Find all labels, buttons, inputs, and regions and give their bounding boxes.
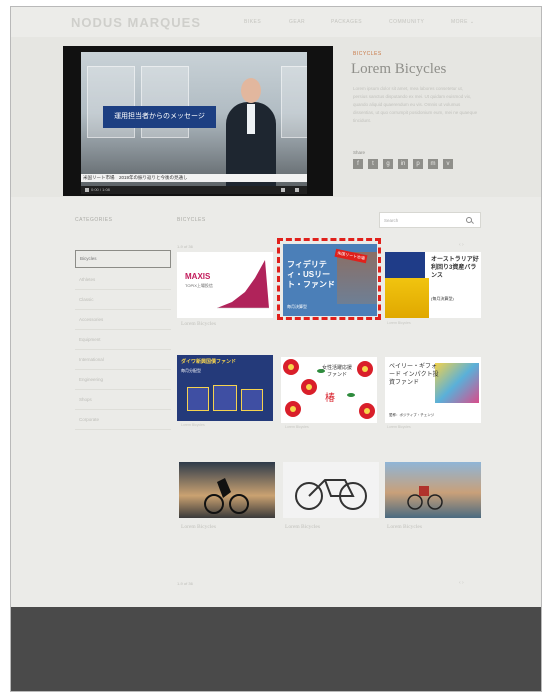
product-card-4[interactable]: ダイワ新興国債ファンド 毎月分配型 (177, 355, 273, 421)
gift-box-icon (213, 385, 237, 411)
share-label: Share (353, 150, 366, 155)
pinterest-icon[interactable]: p (413, 159, 423, 169)
nav-item-packages[interactable]: PACKAGES (331, 19, 362, 25)
fund-title-3: オーストラリア好利回り3資産バランス (431, 257, 479, 279)
video-icon[interactable]: v (443, 159, 453, 169)
video-caption: 米国リート市場 2019年の振り返りと今後の見通し (83, 175, 188, 180)
fund-title-6: ベイリー・ギフォード インパクト投資ファンド (389, 364, 439, 386)
highlight-dashed-box (277, 238, 381, 320)
pagination-top[interactable]: ‹ › (459, 242, 464, 248)
fund-title-4: ダイワ新興国債ファンド (181, 359, 237, 365)
gift-box-icon (241, 389, 263, 411)
category-item-accessories[interactable]: Accessories (75, 310, 171, 330)
product-name-4[interactable]: Lorem Bicycles (181, 423, 205, 427)
play-icon[interactable] (85, 188, 89, 192)
nav-item-more[interactable]: MORE ⌄ (451, 19, 475, 25)
category-item-shops[interactable]: Shops (75, 390, 171, 410)
product-card-7[interactable] (179, 462, 275, 518)
product-title: Lorem Bicycles (351, 61, 447, 77)
categories-heading: CATEGORIES (75, 217, 113, 223)
product-name-3[interactable]: Lorem Bicycles (387, 321, 411, 325)
pagination-bottom[interactable]: ‹ › (459, 580, 464, 586)
product-card-6[interactable]: ベイリー・ギフォード インパクト投資ファンド 愛称：ポジティブ・チェンジ (385, 357, 481, 423)
road-bike-image (295, 479, 367, 510)
product-card-1[interactable]: MAXIS TOPIX上場投信 (177, 252, 273, 318)
category-item-equipment[interactable]: Equipment (75, 330, 171, 350)
product-name-1[interactable]: Lorem Bicycles (181, 321, 216, 327)
product-card-5[interactable]: 女性活躍応援ファンド 椿 (281, 357, 377, 423)
australia-flag (385, 252, 425, 278)
nav-item-bikes[interactable]: BIKES (244, 19, 261, 25)
category-item-bicycles[interactable]: Bicycles (75, 250, 171, 268)
page-footer (11, 607, 541, 691)
pencil-art (435, 363, 479, 403)
linkedin-icon[interactable]: in (398, 159, 408, 169)
site-logo[interactable]: NODUS MARQUES (71, 15, 201, 30)
google-icon[interactable]: g (383, 159, 393, 169)
volume-icon[interactable] (281, 188, 285, 192)
section-heading: BICYCLES (177, 217, 206, 223)
product-name-9[interactable]: Lorem Bicycles (387, 524, 422, 530)
search-placeholder: Search (384, 218, 399, 223)
cyclist-image (204, 478, 249, 514)
maxis-logo: MAXIS (185, 272, 211, 281)
video-controls[interactable]: 0:00 / 1:08 (81, 186, 307, 194)
video-message-banner: 運用担当者からのメッセージ (103, 106, 216, 128)
product-name-8[interactable]: Lorem Bicycles (285, 524, 320, 530)
fund-title-5: 女性活躍応援ファンド (321, 365, 352, 378)
video-player[interactable]: 運用担当者からのメッセージ 米国リート市場 2019年の振り返りと今後の見通し … (63, 46, 333, 196)
page-frame: NODUS MARQUES BIKES GEAR PACKAGES COMMUN… (10, 6, 542, 692)
nav-item-gear[interactable]: GEAR (289, 19, 305, 25)
product-card-3[interactable]: オーストラリア好利回り3資産バランス (毎月決算型) (385, 252, 481, 318)
product-card-8[interactable] (283, 462, 379, 518)
category-item-corporate[interactable]: Corporate (75, 410, 171, 430)
result-count: 1-9 of 36 (177, 244, 193, 249)
category-item-athletes[interactable]: Athletes (75, 270, 171, 290)
video-time: 0:00 / 1:08 (91, 187, 110, 192)
product-name-7[interactable]: Lorem Bicycles (181, 524, 216, 530)
category-item-engineering[interactable]: Engineering (75, 370, 171, 390)
video-frame: 運用担当者からのメッセージ (81, 52, 307, 188)
twitter-icon[interactable]: t (368, 159, 378, 169)
product-card-9[interactable] (385, 462, 481, 518)
gift-box-icon (187, 387, 209, 411)
category-list: Bicycles Athletes Classic Accessories Eq… (75, 250, 171, 430)
nav-item-community[interactable]: COMMUNITY (389, 19, 424, 25)
product-category[interactable]: BICYCLES (353, 51, 382, 57)
top-navigation: NODUS MARQUES BIKES GEAR PACKAGES COMMUN… (11, 7, 541, 37)
result-count-bottom: 1-9 of 36 (177, 581, 193, 586)
social-share-bar: f t g in p m v (353, 159, 453, 169)
search-input[interactable]: Search (379, 212, 481, 228)
category-item-international[interactable]: International (75, 350, 171, 370)
product-name-5[interactable]: Lorem Bicycles (285, 425, 309, 429)
fullscreen-icon[interactable] (295, 188, 299, 192)
category-item-classic[interactable]: Classic (75, 290, 171, 310)
product-name-6[interactable]: Lorem Bicycles (387, 425, 411, 429)
facebook-icon[interactable]: f (353, 159, 363, 169)
search-icon[interactable] (466, 217, 472, 223)
cyclists-image (407, 486, 443, 510)
product-description: Lorem ipsum dolor sit amet, mea labores … (353, 86, 478, 123)
mail-icon[interactable]: m (428, 159, 438, 169)
